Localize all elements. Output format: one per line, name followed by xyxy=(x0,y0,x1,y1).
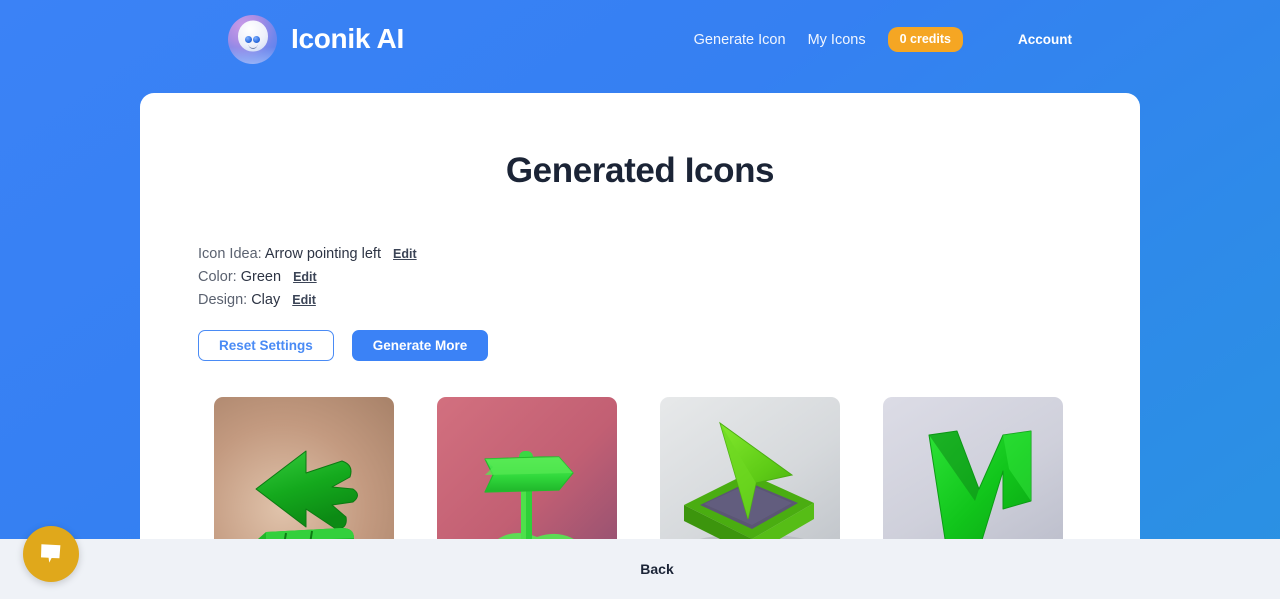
credits-badge[interactable]: 0 credits xyxy=(887,27,963,52)
setting-row-icon-idea: Icon Idea: Arrow pointing left Edit xyxy=(198,243,1140,266)
nav-item-generate-icon[interactable]: Generate Icon xyxy=(694,32,786,48)
settings-summary: Icon Idea: Arrow pointing left Edit Colo… xyxy=(140,243,1140,312)
reset-settings-button[interactable]: Reset Settings xyxy=(198,330,334,361)
nav-item-account[interactable]: Account xyxy=(1018,32,1072,47)
setting-value-color: Green xyxy=(240,269,282,285)
nav-item-my-icons[interactable]: My Icons xyxy=(808,32,866,48)
setting-label-color: Color: xyxy=(198,269,237,285)
chat-bubble-icon xyxy=(41,544,61,563)
chat-widget-button[interactable] xyxy=(23,526,79,582)
back-button[interactable]: Back xyxy=(640,561,673,577)
action-buttons: Reset Settings Generate More xyxy=(140,330,1140,361)
setting-value-design: Clay xyxy=(251,292,281,308)
setting-label-icon-idea: Icon Idea: xyxy=(198,246,262,262)
edit-link-color[interactable]: Edit xyxy=(293,270,317,284)
brand-name: Iconik AI xyxy=(291,23,404,54)
edit-link-design[interactable]: Edit xyxy=(292,293,316,307)
setting-label-design: Design: xyxy=(198,292,248,308)
setting-row-color: Color: Green Edit xyxy=(198,266,1140,289)
edit-link-icon-idea[interactable]: Edit xyxy=(393,247,417,261)
avatar-shine xyxy=(228,46,277,64)
main-navigation: Generate Icon My Icons 0 credits Account xyxy=(694,27,1072,52)
generate-more-button[interactable]: Generate More xyxy=(351,330,489,361)
page-title: Generated Icons xyxy=(505,151,775,190)
robot-avatar-icon xyxy=(228,14,277,64)
setting-row-design: Design: Clay Edit xyxy=(198,289,1140,312)
brand-logo[interactable]: Iconik AI xyxy=(228,14,404,64)
site-header: Iconik AI Generate Icon My Icons 0 credi… xyxy=(0,0,1280,78)
footer-bar: Back xyxy=(0,539,1280,599)
setting-value-icon-idea: Arrow pointing left xyxy=(264,246,381,262)
content-panel: Generated Icons Icon Idea: Arrow pointin… xyxy=(140,93,1140,599)
